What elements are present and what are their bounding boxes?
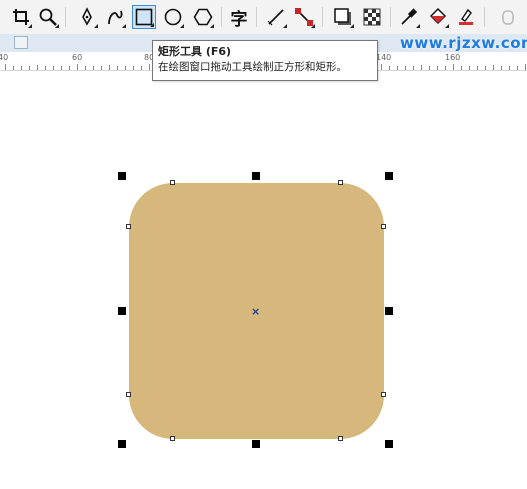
flyout-indicator — [28, 24, 32, 28]
corner-node[interactable] — [338, 436, 343, 441]
zoom-tool-button[interactable] — [36, 5, 60, 29]
lock-icon — [502, 10, 514, 25]
tooltip-description: 在绘图窗口拖动工具绘制正方形和矩形。 — [158, 61, 347, 73]
parallel-dimension-tool-button[interactable] — [264, 5, 288, 29]
smart-fill-tool-button[interactable] — [454, 5, 478, 29]
corner-node[interactable] — [126, 224, 131, 229]
flyout-indicator — [210, 24, 214, 28]
toolbar-separator — [484, 7, 485, 27]
disabled-tool-button — [496, 5, 520, 29]
artistic-media-tool-button[interactable] — [103, 5, 127, 29]
selection-handle-bottom-right[interactable] — [385, 440, 393, 448]
drop-shadow-tool-button[interactable] — [331, 5, 355, 29]
flyout-indicator — [350, 24, 354, 28]
flyout-indicator — [311, 24, 315, 28]
corner-node[interactable] — [338, 180, 343, 185]
corner-node[interactable] — [170, 180, 175, 185]
rectangle-tool-button[interactable] — [132, 5, 156, 29]
toolbar-separator — [390, 7, 391, 27]
drawing-canvas[interactable]: × — [0, 71, 527, 489]
toolbar-separator — [322, 7, 323, 27]
flyout-indicator — [283, 24, 287, 28]
freehand-tool-button[interactable] — [75, 5, 99, 29]
selection-handle-bottom-left[interactable] — [118, 440, 126, 448]
crop-tool-button[interactable] — [9, 5, 33, 29]
toolbar-separator — [221, 7, 222, 27]
watermark-text: www.rjzxw.com — [400, 34, 527, 52]
center-mark-icon[interactable]: × — [251, 306, 260, 317]
ruler-label: 40 — [0, 53, 9, 62]
tooltip-title: 矩形工具 (F6) — [158, 45, 232, 58]
selection-handle-top-center[interactable] — [252, 172, 260, 180]
rectangle-tool-tooltip: 矩形工具 (F6) 在绘图窗口拖动工具绘制正方形和矩形。 — [152, 40, 378, 81]
toolbar-separator — [256, 7, 257, 27]
text-tool-button[interactable]: 字 — [227, 5, 251, 30]
connector-tool-button[interactable] — [292, 5, 316, 29]
text-icon: 字 — [230, 9, 248, 30]
eyedropper-tool-button[interactable] — [397, 5, 421, 29]
property-bar-button[interactable] — [14, 36, 28, 49]
interactive-fill-tool-button[interactable] — [426, 5, 450, 29]
transparency-tool-button[interactable] — [360, 5, 384, 29]
flyout-indicator — [445, 24, 449, 28]
toolbox-toolbar: 字 — [0, 0, 527, 35]
ellipse-tool-button[interactable] — [161, 5, 185, 29]
selection-handle-top-left[interactable] — [118, 172, 126, 180]
polygon-tool-button[interactable] — [191, 5, 215, 29]
flyout-indicator — [94, 24, 98, 28]
flyout-indicator — [416, 24, 420, 28]
corner-node[interactable] — [381, 392, 386, 397]
corner-node[interactable] — [170, 436, 175, 441]
selection-handle-top-right[interactable] — [385, 172, 393, 180]
ruler-label: 60 — [72, 53, 83, 62]
flyout-indicator — [55, 24, 59, 28]
flyout-indicator — [122, 24, 126, 28]
smart-fill-icon — [459, 8, 473, 25]
corner-node[interactable] — [381, 224, 386, 229]
ruler-label: 140 — [376, 53, 392, 62]
selection-handle-middle-left[interactable] — [118, 307, 126, 315]
ruler-label: 160 — [445, 53, 461, 62]
flyout-indicator — [180, 24, 184, 28]
corner-node[interactable] — [126, 392, 131, 397]
selection-handle-bottom-center[interactable] — [252, 440, 260, 448]
checkerboard-icon — [363, 8, 381, 26]
flyout-indicator — [150, 23, 154, 27]
selection-handle-middle-right[interactable] — [385, 307, 393, 315]
toolbar-separator — [65, 7, 66, 27]
